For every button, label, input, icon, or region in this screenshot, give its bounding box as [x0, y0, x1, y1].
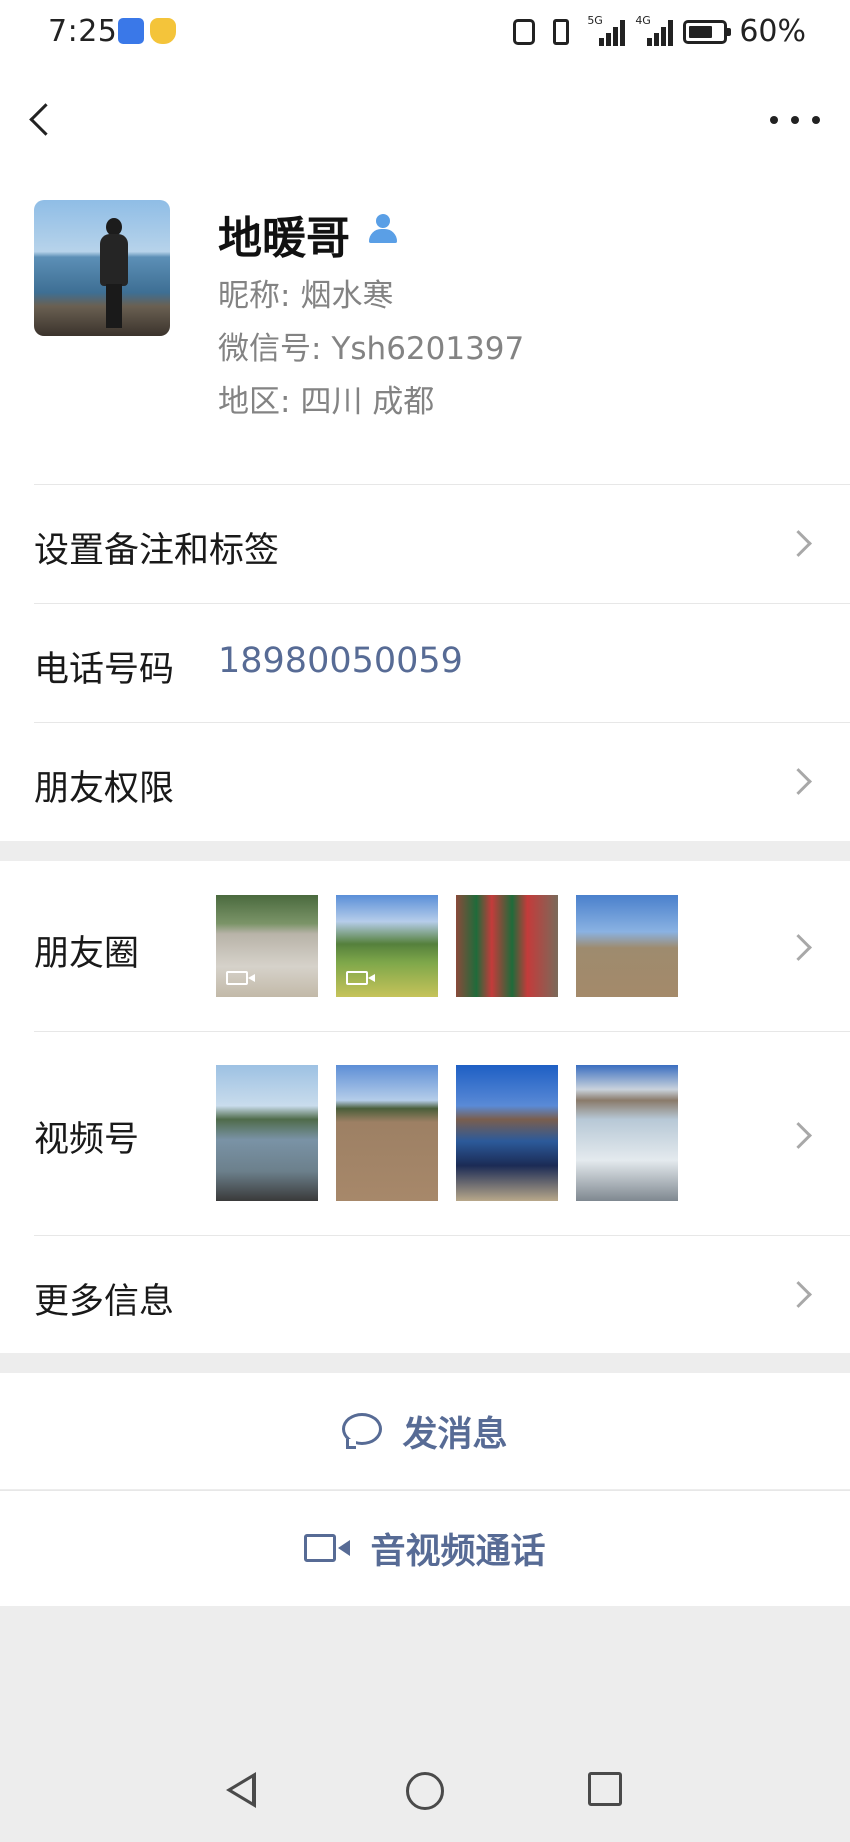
status-bar: 7:25 5G 4G 60% [0, 0, 850, 64]
remark-row[interactable]: 设置备注和标签 [0, 484, 850, 603]
channels-thumbnail[interactable] [336, 1065, 438, 1201]
channels-thumbnails [216, 1065, 678, 1201]
channels-row[interactable]: 视频号 [0, 1031, 850, 1235]
contact-settings-card: 设置备注和标签 电话号码 18980050059 朋友权限 [0, 484, 850, 841]
more-info-label: 更多信息 [34, 1282, 175, 1322]
nickname-value: 烟水寒 [300, 278, 394, 314]
vibrate-icon [553, 18, 570, 45]
signal-4g-label: 4G [635, 13, 651, 27]
send-message-label: 发消息 [402, 1414, 508, 1455]
phone-number-link[interactable]: 18980050059 [218, 641, 463, 681]
wechat-id-value: Ysh6201397 [331, 331, 525, 367]
channels-thumbnail[interactable] [576, 1065, 678, 1201]
signal-4g-icon: 4G [635, 14, 674, 46]
nfc-icon [513, 18, 536, 45]
send-message-button[interactable]: 发消息 [0, 1373, 850, 1489]
back-arrow-icon[interactable] [22, 94, 62, 144]
moments-thumbnail[interactable] [216, 895, 318, 997]
channels-thumbnail[interactable] [216, 1065, 318, 1201]
profile-header: 地暖哥 昵称: 烟水寒 微信号: Ysh6201397 地区: 四川 成都 [0, 64, 850, 484]
channels-label: 视频号 [34, 1120, 140, 1160]
moments-thumbnail[interactable] [456, 895, 558, 997]
video-call-button[interactable]: 音视频通话 [0, 1490, 850, 1606]
channels-thumbnail[interactable] [456, 1065, 558, 1201]
wechat-id-label: 微信号: [218, 331, 322, 367]
contact-person-icon [366, 212, 400, 246]
phone-label: 电话号码 [34, 650, 175, 690]
contact-name: 地暖哥 [218, 213, 350, 264]
moments-label: 朋友圈 [34, 934, 140, 974]
friend-permissions-label: 朋友权限 [34, 769, 175, 809]
moments-row[interactable]: 朋友圈 [0, 861, 850, 1031]
friend-permissions-row[interactable]: 朋友权限 [0, 722, 850, 841]
avatar[interactable] [34, 200, 170, 336]
video-camera-icon [304, 1534, 351, 1562]
nav-recent-apps-icon[interactable] [588, 1772, 622, 1806]
remark-label: 设置备注和标签 [34, 531, 280, 571]
video-call-label: 音视频通话 [370, 1531, 546, 1572]
more-dots-icon[interactable] [770, 100, 820, 140]
chevron-right-icon [785, 1281, 812, 1308]
status-indicators: 5G 4G 60% [513, 14, 806, 49]
notification-app-icon [150, 18, 176, 44]
chevron-right-icon [785, 934, 812, 961]
region-line: 地区: 四川 成都 [218, 376, 434, 421]
signal-5g-icon: 5G [587, 14, 626, 46]
chevron-right-icon [785, 768, 812, 795]
status-time: 7:25 [48, 14, 118, 49]
region-label: 地区: [218, 384, 291, 420]
chevron-right-icon [785, 1122, 812, 1149]
nav-home-icon[interactable] [406, 1772, 444, 1810]
video-mark-icon [226, 971, 255, 985]
moments-thumbnail[interactable] [576, 895, 678, 997]
chevron-right-icon [785, 530, 812, 557]
contact-feeds-card: 朋友圈 视频号 更多信息 [0, 861, 850, 1353]
more-info-row[interactable]: 更多信息 [0, 1235, 850, 1353]
signal-5g-label: 5G [587, 13, 603, 27]
chat-bubble-icon [342, 1413, 383, 1449]
phone-row: 电话号码 18980050059 [0, 603, 850, 722]
notification-app-icon [118, 18, 144, 44]
wechat-id-line: 微信号: Ysh6201397 [218, 323, 524, 368]
battery-percent: 60% [739, 14, 806, 49]
moments-thumbnail[interactable] [336, 895, 438, 997]
nickname-label: 昵称: [218, 278, 291, 314]
region-value: 四川 成都 [300, 384, 435, 420]
nav-back-icon[interactable] [226, 1772, 256, 1808]
moments-thumbnails [216, 895, 678, 997]
battery-icon [683, 19, 732, 44]
video-mark-icon [346, 971, 375, 985]
nickname-line: 昵称: 烟水寒 [218, 270, 393, 315]
